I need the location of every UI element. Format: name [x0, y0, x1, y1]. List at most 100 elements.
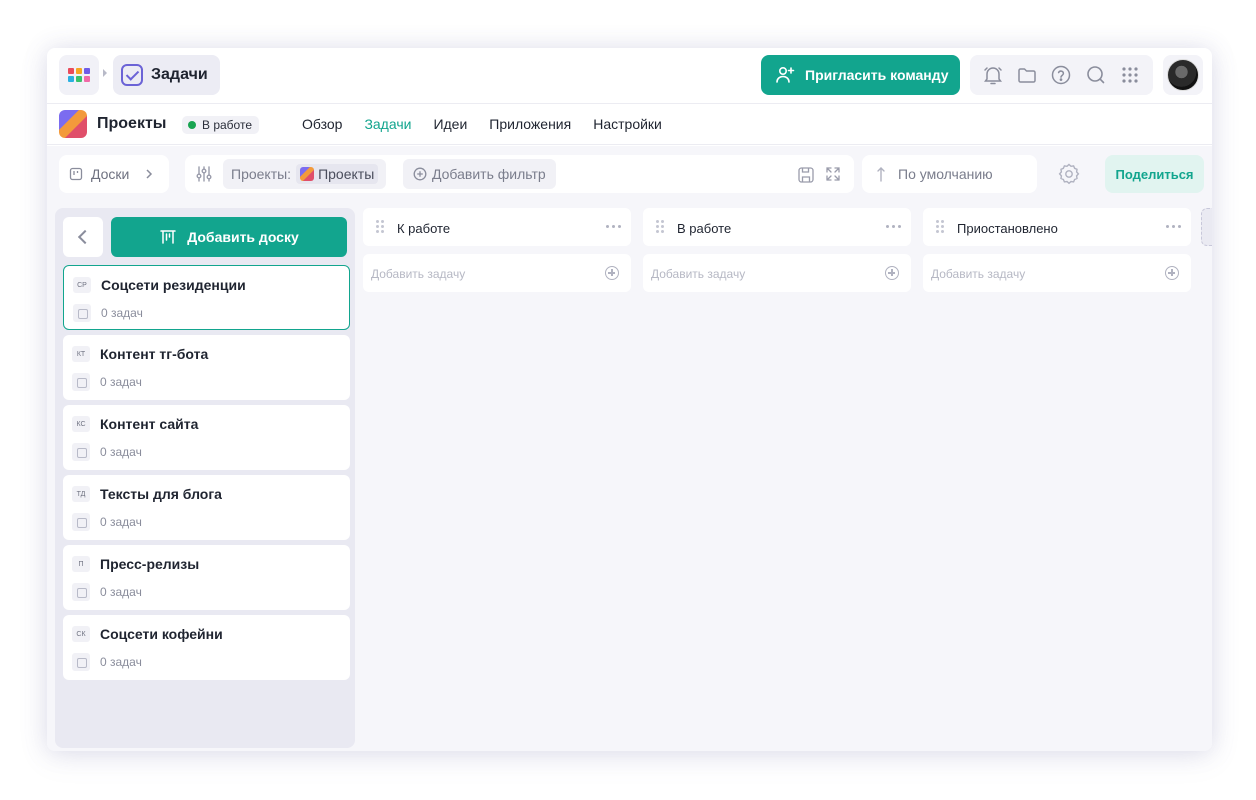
folder-icon[interactable]: [1016, 64, 1038, 86]
board-abbr: ТД: [72, 486, 90, 502]
filter-value-label: Проекты: [318, 166, 375, 182]
board-card[interactable]: КС Контент сайта 0 задач: [63, 405, 350, 470]
bell-icon[interactable]: [982, 64, 1004, 86]
task-count-icon: [72, 583, 90, 601]
add-task-field[interactable]: Добавить задачу: [363, 254, 631, 292]
filter-prefix: Проекты:: [231, 166, 292, 182]
board-card[interactable]: КТ Контент тг-бота 0 задач: [63, 335, 350, 400]
save-icon[interactable]: [797, 166, 815, 184]
more-options-icon[interactable]: [886, 225, 901, 228]
board-name: Контент сайта: [100, 416, 199, 432]
user-avatar-button[interactable]: [1163, 55, 1203, 95]
breadcrumb-arrow-icon: [103, 69, 107, 77]
add-filter-label: Добавить фильтр: [432, 166, 546, 182]
kanban-column: В работе Добавить задачу: [643, 208, 911, 292]
top-bar: Задачи Пригласить команду: [47, 48, 1212, 104]
column-title: Приостановлено: [957, 221, 1058, 236]
board-task-count: 0 задач: [100, 375, 142, 389]
board-card[interactable]: ТД Тексты для блога 0 задач: [63, 475, 350, 540]
add-task-plus-icon[interactable]: [605, 266, 619, 280]
board-task-count: 0 задач: [100, 445, 142, 459]
invite-team-button[interactable]: Пригласить команду: [761, 55, 960, 95]
board-toolbar: Доски Проекты: Проекты Добавить фильтр П…: [47, 146, 1212, 206]
add-column-placeholder[interactable]: [1201, 208, 1212, 246]
column-header[interactable]: Приостановлено: [923, 208, 1191, 246]
add-filter-button[interactable]: Добавить фильтр: [403, 159, 556, 189]
board-name: Контент тг-бота: [100, 346, 209, 362]
board-task-count: 0 задач: [100, 515, 142, 529]
status-badge[interactable]: В работе: [182, 116, 260, 134]
board-abbr: СР: [73, 277, 91, 293]
task-count-icon: [73, 304, 91, 322]
app-switcher-button[interactable]: [59, 55, 99, 95]
add-task-plus-icon[interactable]: [885, 266, 899, 280]
app-window: Задачи Пригласить команду Проекты В рабо…: [47, 48, 1212, 751]
collapse-sidebar-button[interactable]: [63, 217, 103, 257]
boards-toggle-button[interactable]: Доски: [59, 155, 169, 193]
tab-overview[interactable]: Обзор: [302, 116, 342, 132]
board-card[interactable]: СК Соцсети кофейни 0 задач: [63, 615, 350, 680]
apps-grid-icon[interactable]: [1119, 64, 1141, 86]
add-board-label: Добавить доску: [187, 229, 299, 245]
board-abbr: КТ: [72, 346, 90, 362]
more-options-icon[interactable]: [1166, 225, 1181, 228]
sort-label: По умолчанию: [898, 166, 993, 182]
column-header[interactable]: К работе: [363, 208, 631, 246]
more-options-icon[interactable]: [606, 225, 621, 228]
search-icon[interactable]: [1085, 64, 1107, 86]
add-task-plus-icon[interactable]: [1165, 266, 1179, 280]
header-icon-group: [970, 55, 1153, 95]
board-area: Добавить доску СР Соцсети резиденции 0 з…: [47, 206, 1212, 751]
boards-toggle-label: Доски: [91, 166, 130, 182]
board-abbr: П: [72, 556, 90, 572]
current-app-breadcrumb[interactable]: Задачи: [113, 55, 220, 95]
drag-handle-icon[interactable]: [936, 220, 944, 234]
invite-team-label: Пригласить команду: [805, 67, 949, 83]
project-filter-chip[interactable]: Проекты: Проекты: [223, 159, 387, 189]
board-list: СР Соцсети резиденции 0 задач КТ Контент…: [63, 265, 350, 685]
column-title: К работе: [397, 221, 451, 236]
board-card[interactable]: СР Соцсети резиденции 0 задач: [63, 265, 350, 330]
board-task-count: 0 задач: [100, 655, 142, 669]
project-mini-avatar: [300, 167, 315, 181]
user-avatar: [1167, 59, 1199, 91]
board-name: Соцсети резиденции: [101, 277, 246, 293]
add-task-placeholder: Добавить задачу: [371, 267, 466, 281]
board-task-count: 0 задач: [101, 306, 143, 320]
add-board-icon: [160, 230, 176, 244]
board-name: Пресс-релизы: [100, 556, 200, 572]
drag-handle-icon[interactable]: [376, 220, 384, 234]
status-label: В работе: [202, 118, 253, 132]
plus-circle-icon: [413, 167, 427, 181]
share-button[interactable]: Поделиться: [1105, 155, 1204, 193]
share-label: Поделиться: [1115, 166, 1194, 182]
app-title: Задачи: [151, 66, 208, 83]
expand-icon[interactable]: [825, 166, 841, 182]
task-count-icon: [72, 373, 90, 391]
add-user-icon: [776, 66, 795, 83]
add-task-field[interactable]: Добавить задачу: [923, 254, 1191, 292]
project-bar: Проекты В работе Обзор Задачи Идеи Прило…: [47, 105, 1212, 145]
task-count-icon: [72, 513, 90, 531]
add-board-button[interactable]: Добавить доску: [111, 217, 347, 257]
task-count-icon: [72, 443, 90, 461]
tab-settings[interactable]: Настройки: [593, 116, 662, 132]
board-icon: [69, 167, 83, 181]
kanban-column: К работе Добавить задачу: [363, 208, 631, 292]
board-card[interactable]: П Пресс-релизы 0 задач: [63, 545, 350, 610]
app-grid-logo-icon: [68, 68, 90, 82]
status-dot-icon: [188, 121, 196, 129]
project-avatar: [59, 110, 87, 138]
sort-select[interactable]: По умолчанию: [862, 155, 1037, 193]
tab-ideas[interactable]: Идеи: [433, 116, 467, 132]
column-header[interactable]: В работе: [643, 208, 911, 246]
help-icon[interactable]: [1050, 64, 1072, 86]
tab-tasks[interactable]: Задачи: [364, 116, 411, 132]
gear-icon[interactable]: [1057, 162, 1081, 186]
add-task-field[interactable]: Добавить задачу: [643, 254, 911, 292]
filter-sliders-icon[interactable]: [195, 165, 213, 183]
tab-apps[interactable]: Приложения: [489, 116, 571, 132]
drag-handle-icon[interactable]: [656, 220, 664, 234]
add-task-placeholder: Добавить задачу: [931, 267, 1026, 281]
filter-bar: Проекты: Проекты Добавить фильтр: [185, 155, 854, 193]
